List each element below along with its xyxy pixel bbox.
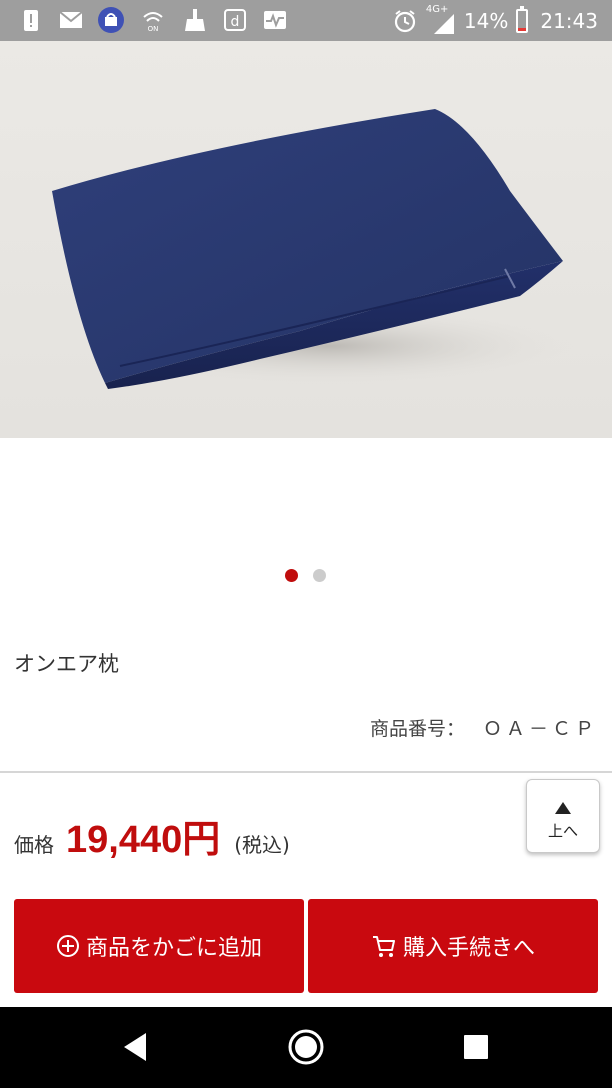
monitor-icon (264, 11, 286, 29)
battery-icon (516, 5, 529, 33)
svg-text:ON: ON (148, 25, 159, 33)
back-icon[interactable] (116, 1027, 156, 1067)
price-label: 価格 (14, 833, 54, 857)
cart-icon (372, 936, 395, 957)
price-value: 19,440円 (66, 819, 221, 861)
alarm-icon (394, 9, 416, 32)
price-row: 価格 19,440円 (税込) (14, 808, 290, 864)
product-code-label: 商品番号： (369, 718, 465, 740)
clock: 21:43 (540, 8, 598, 33)
d-menu-icon: d (224, 9, 246, 31)
product-image[interactable] (0, 41, 612, 438)
plus-circle-icon (56, 935, 79, 957)
divider (0, 771, 612, 773)
add-to-cart-label: 商品をかごに追加 (85, 936, 262, 961)
add-to-cart-button[interactable]: 商品をかごに追加 (14, 899, 304, 993)
svg-text:d: d (231, 14, 240, 30)
carousel-dot[interactable] (313, 569, 326, 582)
back-to-top-label: 上へ (547, 822, 578, 840)
checkout-button[interactable]: 購入手続きへ (308, 899, 598, 993)
store-app-icon (98, 7, 124, 33)
checkout-label: 購入手続きへ (402, 936, 535, 961)
navigation-bar (0, 1007, 612, 1088)
recents-icon[interactable] (456, 1027, 496, 1067)
battery-percent: 14% (463, 8, 509, 33)
gmail-icon (59, 11, 83, 28)
alert-icon (24, 10, 38, 31)
product-name: オンエア枕 (14, 652, 119, 676)
pillow-photo (52, 109, 580, 389)
wifi-call-icon: ON (143, 12, 163, 33)
carousel-dot-active[interactable] (285, 569, 298, 582)
tax-note: (税込) (234, 833, 290, 857)
signal-icon: 4G+ (426, 4, 456, 36)
product-code-value: ＯＡ－ＣＰ (482, 718, 598, 740)
back-to-top-button[interactable]: 上へ (526, 779, 600, 853)
status-bar: ON d 4G+ 14% 21:43 (0, 0, 612, 41)
up-arrow-icon (555, 802, 571, 814)
carousel-indicator (0, 569, 612, 583)
home-icon[interactable] (286, 1027, 326, 1067)
product-code: 商品番号： ＯＡ－ＣＰ (370, 714, 598, 741)
cleaner-icon (185, 9, 205, 31)
